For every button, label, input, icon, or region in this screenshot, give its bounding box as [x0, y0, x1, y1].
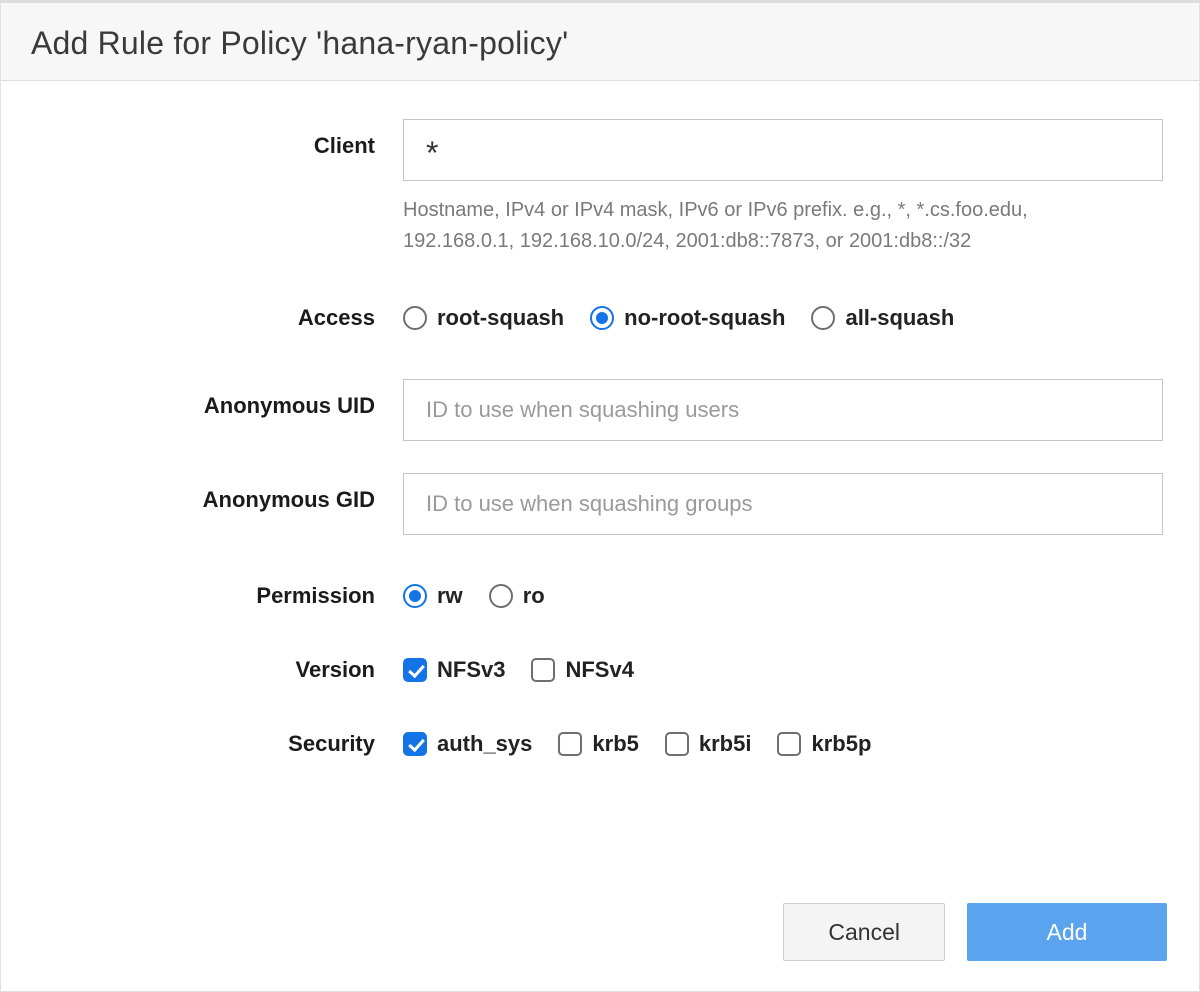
security-checkbox-label: krb5i — [699, 731, 752, 757]
permission-radio-label: ro — [523, 583, 545, 609]
row-client: Client Hostname, IPv4 or IPv4 mask, IPv6… — [33, 119, 1167, 257]
permission-radio-label: rw — [437, 583, 463, 609]
cancel-button[interactable]: Cancel — [783, 903, 945, 961]
access-radio-all-squash[interactable] — [811, 306, 835, 330]
version-checkbox-label: NFSv3 — [437, 657, 505, 683]
row-permission: Permission rw ro — [33, 583, 1167, 609]
security-option-krb5i[interactable]: krb5i — [665, 731, 752, 757]
access-radio-label: root-squash — [437, 305, 564, 331]
permission-radio-rw[interactable] — [403, 584, 427, 608]
permission-option-ro[interactable]: ro — [489, 583, 545, 609]
version-checkbox-nfsv4[interactable] — [531, 658, 555, 682]
security-checkbox-krb5p[interactable] — [777, 732, 801, 756]
client-hint: Hostname, IPv4 or IPv4 mask, IPv6 or IPv… — [403, 195, 1143, 257]
security-checkbox-auth_sys[interactable] — [403, 732, 427, 756]
version-option-nfsv3[interactable]: NFSv3 — [403, 657, 505, 683]
access-radio-root-squash[interactable] — [403, 306, 427, 330]
dialog-footer: Cancel Add — [1, 903, 1199, 991]
access-radio-label: no-root-squash — [624, 305, 785, 331]
security-checkbox-label: krb5 — [592, 731, 638, 757]
anon-uid-input[interactable] — [403, 379, 1163, 441]
add-button[interactable]: Add — [967, 903, 1167, 961]
row-security: Security auth_sys krb5 krb5i krb5p — [33, 731, 1167, 757]
security-option-krb5[interactable]: krb5 — [558, 731, 638, 757]
label-anon-gid: Anonymous GID — [33, 473, 403, 513]
row-access: Access root-squash no-root-squash all-sq… — [33, 305, 1167, 331]
version-option-nfsv4[interactable]: NFSv4 — [531, 657, 633, 683]
dialog-header: Add Rule for Policy 'hana-ryan-policy' — [1, 3, 1199, 81]
permission-option-rw[interactable]: rw — [403, 583, 463, 609]
access-option-no-root-squash[interactable]: no-root-squash — [590, 305, 785, 331]
label-access: Access — [33, 305, 403, 331]
label-client: Client — [33, 119, 403, 159]
security-checkbox-krb5i[interactable] — [665, 732, 689, 756]
access-radio-label: all-squash — [845, 305, 954, 331]
security-checkbox-label: auth_sys — [437, 731, 532, 757]
label-anon-uid: Anonymous UID — [33, 379, 403, 419]
dialog: Add Rule for Policy 'hana-ryan-policy' C… — [0, 0, 1200, 992]
label-security: Security — [33, 731, 403, 757]
security-option-krb5p[interactable]: krb5p — [777, 731, 871, 757]
dialog-title: Add Rule for Policy 'hana-ryan-policy' — [31, 25, 1169, 62]
label-version: Version — [33, 657, 403, 683]
row-anon-gid: Anonymous GID — [33, 473, 1167, 535]
security-checkbox-label: krb5p — [811, 731, 871, 757]
row-version: Version NFSv3 NFSv4 — [33, 657, 1167, 683]
access-option-root-squash[interactable]: root-squash — [403, 305, 564, 331]
access-radio-no-root-squash[interactable] — [590, 306, 614, 330]
permission-radio-ro[interactable] — [489, 584, 513, 608]
security-option-auth_sys[interactable]: auth_sys — [403, 731, 532, 757]
client-input[interactable] — [403, 119, 1163, 181]
access-option-all-squash[interactable]: all-squash — [811, 305, 954, 331]
dialog-body: Client Hostname, IPv4 or IPv4 mask, IPv6… — [1, 81, 1199, 903]
anon-gid-input[interactable] — [403, 473, 1163, 535]
version-checkbox-label: NFSv4 — [565, 657, 633, 683]
version-checkbox-nfsv3[interactable] — [403, 658, 427, 682]
security-checkbox-krb5[interactable] — [558, 732, 582, 756]
row-anon-uid: Anonymous UID — [33, 379, 1167, 441]
label-permission: Permission — [33, 583, 403, 609]
